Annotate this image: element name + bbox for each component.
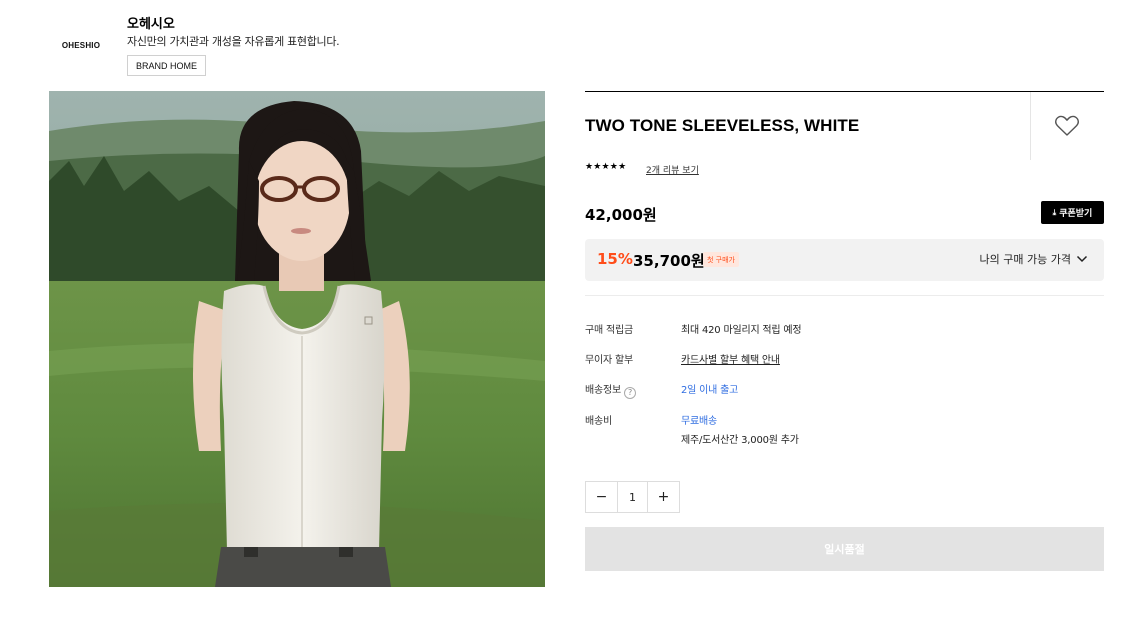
help-icon[interactable]: ? <box>624 386 636 399</box>
shipping-fee-value: 무료배송 <box>681 416 717 427</box>
installment-label: 무이자 할부 <box>585 355 633 366</box>
coupon-button-label: 쿠폰받기 <box>1059 209 1093 219</box>
top-divider <box>585 91 1104 92</box>
rating-stars: ★★★★★ <box>585 162 627 172</box>
quantity-plus-button[interactable]: + <box>648 482 679 512</box>
discount-price: 35,700원 <box>633 252 705 270</box>
product-title: TWO TONE SLEEVELESS, WHITE <box>585 116 860 135</box>
my-price-label: 나의 구매 가능 가격 <box>979 253 1071 266</box>
points-label: 구매 적립금 <box>585 325 633 336</box>
review-link[interactable]: 2개 리뷰 보기 <box>646 163 699 176</box>
original-price: 42,000원 <box>585 206 657 224</box>
installment-link[interactable]: 카드사별 할부 혜택 안내 <box>681 351 780 366</box>
shipping-fee-label: 배송비 <box>585 416 612 427</box>
shipping-fee-extra: 제주/도서산간 3,000원 추가 <box>681 435 799 446</box>
brand-home-button[interactable]: BRAND HOME <box>127 55 206 76</box>
chevron-down-icon <box>1076 255 1088 263</box>
first-purchase-badge: 첫 구매가 <box>703 252 739 267</box>
brand-name: 오헤시오 <box>127 17 175 32</box>
download-icon: ⤓ <box>1052 207 1057 217</box>
discount-price-box: 15% 35,700원 첫 구매가 나의 구매 가능 가격 <box>585 239 1104 281</box>
discount-percent: 15% <box>597 250 633 268</box>
points-value: 최대 420 마일리지 적립 예정 <box>681 325 802 336</box>
my-price-toggle[interactable]: 나의 구매 가능 가격 <box>980 251 1088 267</box>
product-photo-illustration <box>49 91 545 587</box>
quantity-stepper: − 1 + <box>585 481 680 513</box>
shipping-info-value: 2일 이내 출고 <box>681 385 739 396</box>
wishlist-heart-icon[interactable] <box>1054 114 1080 138</box>
product-image <box>49 91 545 587</box>
coupon-button[interactable]: ⤓ 쿠폰받기 <box>1041 201 1104 224</box>
quantity-value[interactable]: 1 <box>617 482 648 512</box>
sold-out-button[interactable]: 일시품절 <box>585 527 1104 571</box>
info-divider <box>585 295 1104 296</box>
quantity-minus-button[interactable]: − <box>586 482 617 512</box>
shipping-info-label-row: 배송정보? <box>585 381 636 399</box>
brand-description: 자신만의 가치관과 개성을 자유롭게 표현합니다. <box>127 35 340 48</box>
brand-logo[interactable]: OHESHIO <box>49 28 113 62</box>
wishlist-divider <box>1030 92 1031 160</box>
shipping-info-label: 배송정보 <box>585 385 621 396</box>
